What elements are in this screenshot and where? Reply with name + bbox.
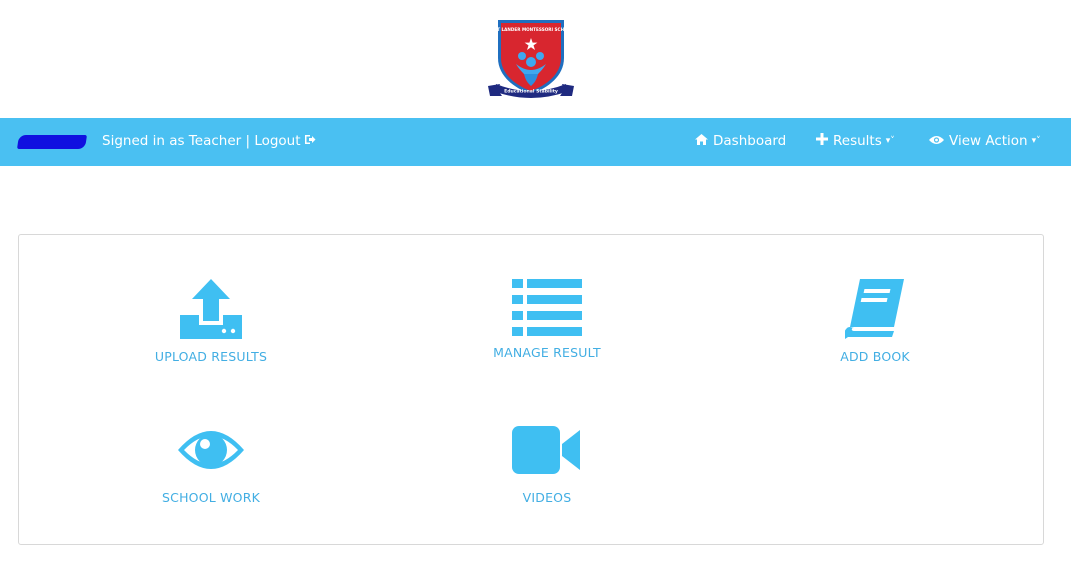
chevron-down-icon: ▾˅: [1031, 136, 1041, 146]
school-logo: EAST LANDER MONTESSORI SCHOOL Educationa…: [488, 20, 574, 98]
dashboard-panel: UPLOAD RESULTS MANAGE RESULT ADD BOOK SC…: [18, 234, 1044, 545]
sign-out-icon: [304, 134, 316, 148]
video-camera-icon: [512, 426, 580, 474]
nav-dashboard-label: Dashboard: [713, 133, 787, 149]
nav-dashboard[interactable]: Dashboard: [695, 133, 786, 149]
add-book-label: ADD BOOK: [840, 349, 910, 364]
logout-link[interactable]: Logout: [254, 133, 316, 149]
nav-results-dropdown[interactable]: Results ▾˅: [816, 133, 895, 149]
chevron-down-icon: ▾˅: [885, 136, 895, 146]
signed-in-text: Signed in as Teacher |: [102, 133, 255, 149]
nav-view-action-dropdown[interactable]: View Action ▾˅: [929, 133, 1041, 149]
eye-icon: [178, 431, 244, 469]
page-header: EAST LANDER MONTESSORI SCHOOL Educationa…: [0, 0, 1071, 118]
upload-results-label: UPLOAD RESULTS: [154, 349, 268, 364]
logo-ribbon-text: Educational Stability: [504, 89, 558, 95]
upload-results-tile[interactable]: UPLOAD RESULTS: [111, 277, 311, 387]
plus-icon: [816, 133, 828, 149]
videos-label: VIDEOS: [522, 490, 572, 505]
signed-in-status: Signed in as Teacher | Logout: [102, 133, 316, 149]
school-work-tile[interactable]: SCHOOL WORK: [111, 418, 311, 528]
school-work-label: SCHOOL WORK: [162, 490, 260, 505]
logo-text-top: EAST LANDER MONTESSORI SCHOOL: [488, 27, 574, 32]
list-icon: [512, 279, 582, 336]
redacted-username: [17, 135, 87, 149]
logout-label: Logout: [254, 133, 301, 149]
add-book-tile[interactable]: ADD BOOK: [775, 277, 975, 387]
nav-view-action-label: View Action: [949, 133, 1028, 149]
home-icon: [695, 133, 708, 149]
book-icon: [845, 279, 904, 339]
videos-tile[interactable]: VIDEOS: [447, 418, 647, 528]
top-navbar: Signed in as Teacher | Logout Dashboard …: [0, 118, 1071, 166]
upload-icon: [180, 279, 242, 339]
nav-results-label: Results: [833, 133, 882, 149]
manage-result-label: MANAGE RESULT: [493, 345, 601, 360]
eye-icon: [929, 133, 944, 149]
manage-result-tile[interactable]: MANAGE RESULT: [447, 277, 647, 387]
